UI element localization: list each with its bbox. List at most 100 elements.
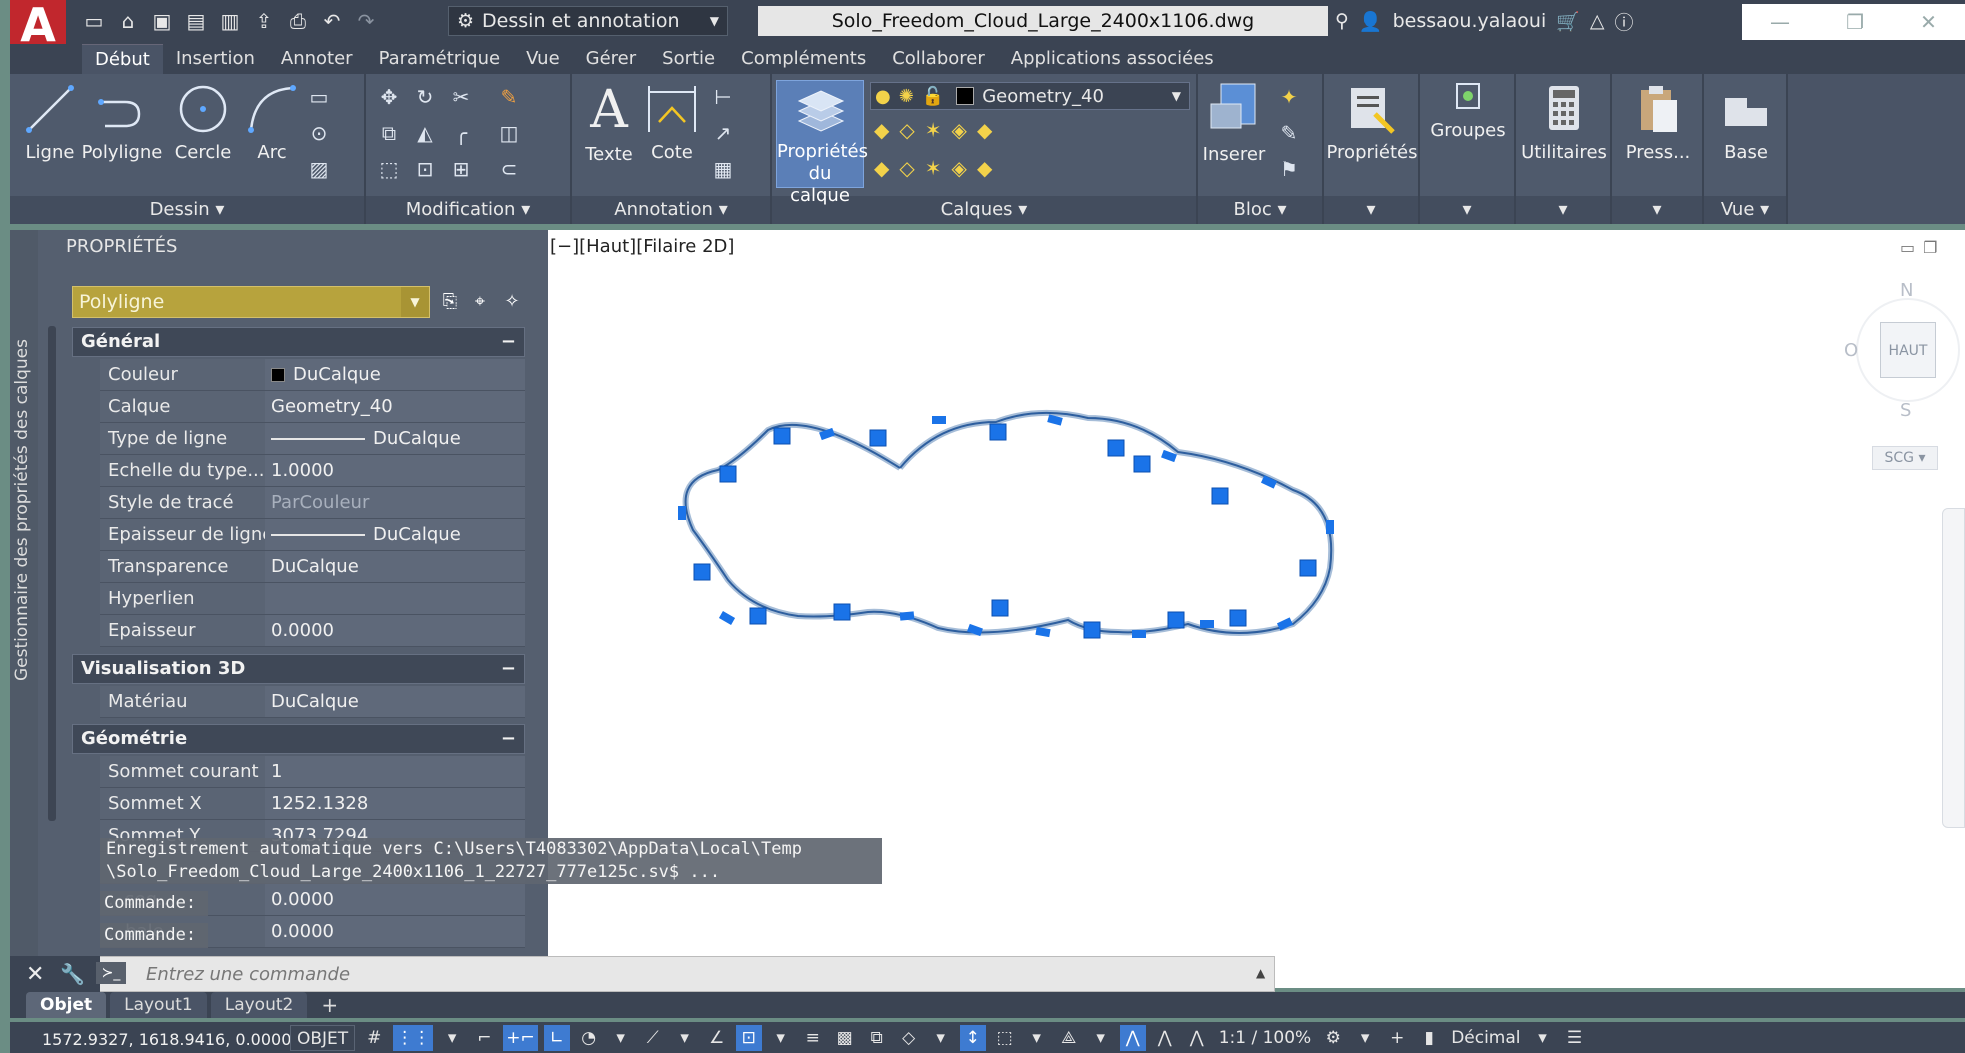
prop-row-type-de-ligne[interactable]: Type de ligne DuCalque	[100, 423, 525, 455]
palette-scrollbar[interactable]	[48, 326, 56, 821]
customize-icon[interactable]: ☰	[1562, 1025, 1588, 1051]
dimension-tool[interactable]: Cote	[642, 82, 702, 163]
circle-tool[interactable]: Cercle	[168, 82, 238, 163]
vertex-grip[interactable]	[869, 429, 887, 447]
print-icon[interactable]: ⎙	[284, 7, 312, 35]
vertex-grip[interactable]	[833, 603, 851, 621]
insert-block-tool[interactable]: Inserer	[1198, 80, 1270, 165]
prop-row-sommet-x[interactable]: Sommet X 1252.1328	[100, 788, 525, 820]
category-geometrie[interactable]: Géométrie −	[72, 724, 525, 754]
prop-row-sommet-courant[interactable]: Sommet courant 1	[100, 756, 525, 788]
layer-properties-button[interactable]: Propriétés du calque	[776, 80, 868, 206]
vertex-grip[interactable]	[1167, 611, 1185, 629]
prop-row-echelle[interactable]: Echelle du type... 1.0000	[100, 455, 525, 487]
tab-complements[interactable]: Compléments	[728, 44, 879, 74]
table-icon[interactable]: ▦	[710, 156, 736, 182]
vertex-grip[interactable]	[989, 423, 1007, 441]
vertex-grip[interactable]	[773, 427, 791, 445]
compass-west[interactable]: O	[1844, 340, 1858, 361]
panel-title-proprietes[interactable]: ▾	[1324, 196, 1418, 224]
navigation-bar[interactable]	[1942, 508, 1965, 828]
plus-icon[interactable]: +	[1384, 1025, 1410, 1051]
open-folder-icon[interactable]: ⌂	[114, 7, 142, 35]
prop-row-couleur[interactable]: Couleur DuCalque	[100, 359, 525, 391]
layer-tool-icon[interactable]: ◇	[899, 156, 914, 180]
rectangle-icon[interactable]: ▭	[306, 84, 332, 110]
minimize-icon[interactable]: —	[1770, 10, 1790, 34]
collapse-icon[interactable]: −	[501, 328, 516, 356]
polar-tracking-icon[interactable]: ◔	[576, 1025, 602, 1051]
explode-icon[interactable]: ◫	[496, 120, 522, 146]
quick-properties-icon[interactable]: ▮	[1416, 1025, 1442, 1051]
base-view-tool[interactable]: Base	[1704, 84, 1788, 163]
polyline-tool[interactable]: Polyligne	[80, 82, 164, 163]
layer-tool-icon[interactable]: ◆	[977, 156, 992, 180]
vertex-grip[interactable]	[693, 563, 711, 581]
panel-title-presse-papiers[interactable]: ▾	[1612, 196, 1702, 224]
prop-row-style-de-trace[interactable]: Style de tracé ParCouleur	[100, 487, 525, 519]
gizmo-icon[interactable]: ⟁	[1056, 1025, 1082, 1051]
ellipse-icon[interactable]: ⊙	[306, 120, 332, 146]
midpoint-grip[interactable]	[718, 611, 736, 625]
publish-icon[interactable]: ▥	[216, 7, 244, 35]
rotate-icon[interactable]: ↻	[412, 84, 438, 110]
tab-collaborer[interactable]: Collaborer	[879, 44, 998, 74]
midpoint-grip[interactable]	[1326, 520, 1334, 534]
new-file-icon[interactable]: ▭	[80, 7, 108, 35]
chevron-up-icon[interactable]: ▲	[1256, 966, 1265, 980]
vertex-grip[interactable]	[1107, 439, 1125, 457]
vertex-grip[interactable]	[1299, 559, 1317, 577]
quick-select-icon[interactable]: ✧	[498, 288, 526, 316]
vertex-grip[interactable]	[1211, 487, 1229, 505]
prop-row-transparence[interactable]: Transparence DuCalque	[100, 551, 525, 583]
array-icon[interactable]: ⊞	[448, 156, 474, 182]
layer-dropdown[interactable]: ● ✺ 🔓 Geometry_40 ▼	[870, 82, 1190, 110]
cursor-coordinates[interactable]: 1572.9327, 1618.9416, 0.0000	[42, 1030, 291, 1049]
tab-applications-associees[interactable]: Applications associées	[998, 44, 1227, 74]
save-as-icon[interactable]: ▤	[182, 7, 210, 35]
leader-icon[interactable]: ↗	[710, 120, 736, 146]
lineweight-icon[interactable]: ≡	[800, 1025, 826, 1051]
search-binoculars-icon[interactable]: ⚲	[1335, 10, 1349, 32]
chevron-down-icon[interactable]: ▾	[1352, 1025, 1378, 1051]
viewport-maximize-icon[interactable]: ❐	[1923, 238, 1937, 257]
tab-layout1[interactable]: Layout1	[110, 992, 207, 1018]
midpoint-grip[interactable]	[1161, 449, 1177, 463]
chevron-down-icon[interactable]: ▾	[1088, 1025, 1114, 1051]
vertex-grip[interactable]	[1229, 609, 1247, 627]
prop-row-materiau[interactable]: Matériau DuCalque	[100, 686, 525, 718]
tab-debut[interactable]: Début	[82, 44, 163, 74]
infer-constraints-icon[interactable]: ⌐	[471, 1025, 497, 1051]
panel-title-bloc[interactable]: Bloc ▾	[1198, 196, 1322, 224]
layer-tool-icon[interactable]: ◆	[874, 118, 889, 142]
layer-tool-icon[interactable]: ◆	[977, 118, 992, 142]
help-icon[interactable]: ⓘ	[1615, 8, 1634, 35]
trim-icon[interactable]: ✂	[448, 84, 474, 110]
hatch-icon[interactable]: ▨	[306, 156, 332, 182]
arc-tool[interactable]: Arc	[242, 82, 302, 163]
midpoint-grip[interactable]	[967, 623, 983, 637]
midpoint-grip[interactable]	[1035, 626, 1051, 638]
model-space-button[interactable]: OBJET	[290, 1025, 356, 1051]
units-dropdown[interactable]: Décimal	[1448, 1025, 1523, 1051]
vertex-grip[interactable]	[719, 465, 737, 483]
edit-block-icon[interactable]: ✎	[1276, 120, 1302, 146]
auto-scale-icon[interactable]: ⋀	[1152, 1025, 1178, 1051]
autodesk-icon[interactable]: △	[1590, 10, 1605, 32]
redo-icon[interactable]: ↷	[352, 7, 380, 35]
utilities-tool[interactable]: Utilitaires	[1516, 84, 1612, 163]
move-icon[interactable]: ✥	[376, 84, 402, 110]
layer-tool-icon[interactable]: ◈	[952, 118, 967, 142]
vertex-grip[interactable]	[1083, 621, 1101, 639]
scale-icon[interactable]: ⊡	[412, 156, 438, 182]
category-general[interactable]: Général −	[72, 327, 525, 357]
workspace-switcher[interactable]: ⚙ Dessin et annotation ▼	[448, 6, 728, 36]
midpoint-grip[interactable]	[1260, 475, 1278, 489]
midpoint-grip[interactable]	[678, 506, 686, 520]
close-icon[interactable]: ✕	[26, 962, 44, 987]
annotation-visibility-icon[interactable]: ⋀	[1119, 1025, 1146, 1051]
tab-gerer[interactable]: Gérer	[573, 44, 650, 74]
restore-icon[interactable]: ❐	[1846, 10, 1864, 34]
chevron-down-icon[interactable]: ▾	[768, 1025, 794, 1051]
vertex-grip[interactable]	[1133, 455, 1151, 473]
